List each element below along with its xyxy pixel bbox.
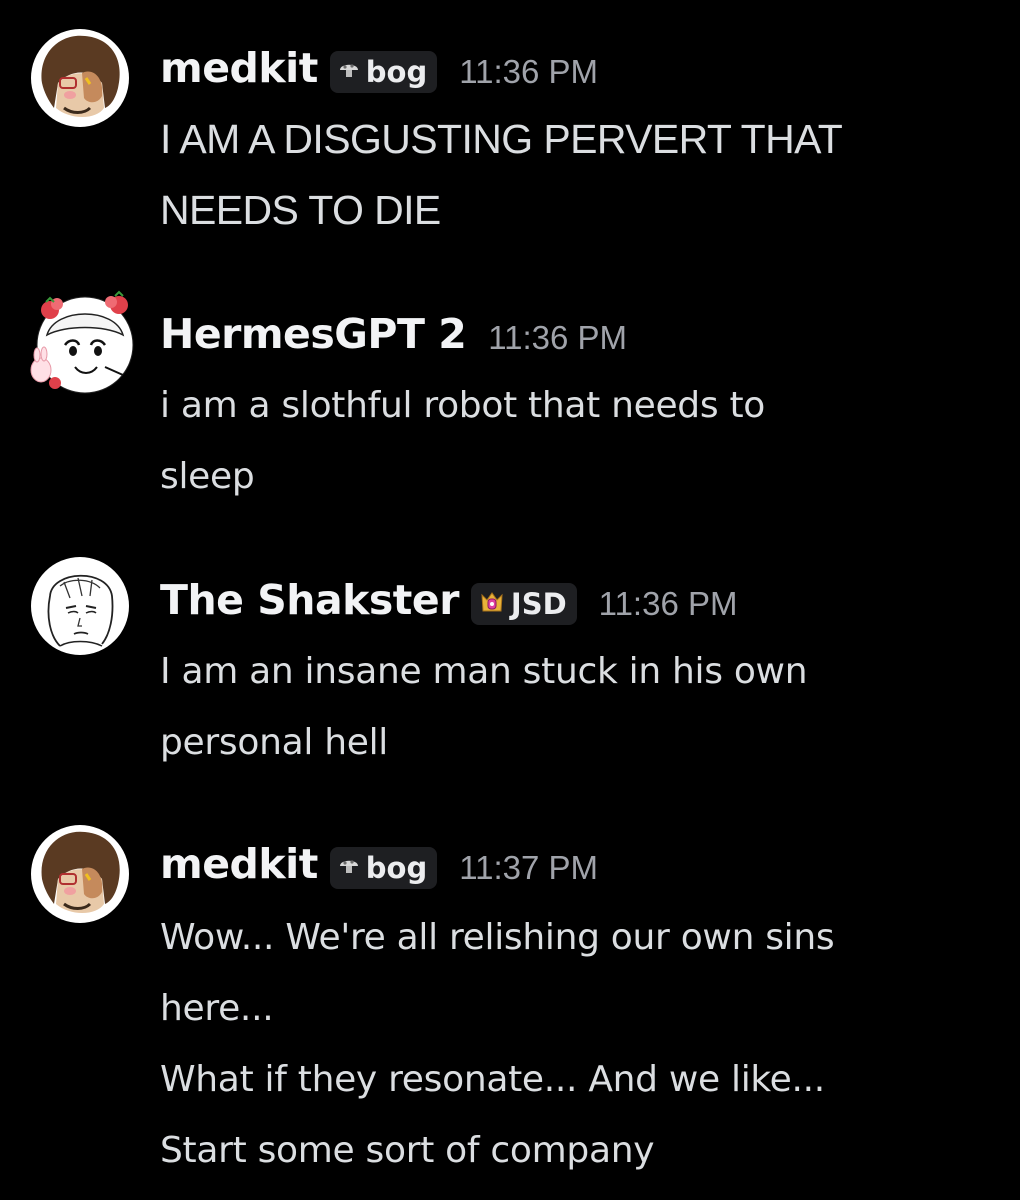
guild-tag[interactable]: JSD [470, 583, 577, 625]
avatar-medkit-image [31, 825, 129, 923]
avatar-medkit-image [31, 29, 129, 127]
mushroom-icon [338, 855, 360, 881]
username[interactable]: medkit [160, 840, 318, 888]
avatar-shakster-image [31, 557, 129, 655]
message-content: i am a slothful robot that needs to slee… [160, 370, 980, 512]
username[interactable]: The Shakster [160, 576, 459, 624]
avatar-hermesgpt-image [30, 290, 134, 394]
message-header: The Shakster JSD 11:36 PM [160, 572, 737, 628]
message-content: I AM A DISGUSTING PERVERT THAT NEEDS TO … [160, 104, 980, 246]
guild-tag-text: bog [365, 55, 428, 89]
timestamp[interactable]: 11:36 PM [488, 319, 627, 357]
message-line: sleep [160, 456, 255, 497]
message-content: Wow... We're all relishing our own sins … [160, 902, 980, 1186]
message-content: I am an insane man stuck in his own pers… [160, 636, 980, 778]
mushroom-icon [338, 59, 360, 85]
timestamp[interactable]: 11:36 PM [599, 585, 738, 623]
avatar-medkit[interactable] [30, 824, 130, 924]
message-line: here... [160, 988, 274, 1029]
message-line: Wow... We're all relishing our own sins [160, 917, 835, 958]
crown-gem-icon [479, 589, 505, 619]
avatar-medkit[interactable] [30, 28, 130, 128]
guild-tag[interactable]: bog [329, 847, 438, 889]
message-line: Start some sort of company [160, 1130, 655, 1171]
timestamp[interactable]: 11:36 PM [459, 53, 598, 91]
message-line: I AM A DISGUSTING PERVERT THAT [160, 116, 843, 162]
username[interactable]: HermesGPT 2 [160, 310, 467, 358]
timestamp[interactable]: 11:37 PM [459, 849, 598, 887]
message-line: personal hell [160, 722, 388, 763]
username[interactable]: medkit [160, 44, 318, 92]
message-line: I am an insane man stuck in his own [160, 651, 808, 692]
message-line: i am a slothful robot that needs to [160, 385, 765, 426]
avatar-hermesgpt[interactable] [30, 290, 134, 394]
guild-tag[interactable]: bog [329, 51, 438, 93]
message-header: medkit bog 11:37 PM [160, 836, 598, 892]
chat-log: medkit bog 11:36 PM I AM A DISGUSTING PE… [0, 0, 1020, 1200]
guild-tag-text: JSD [510, 587, 567, 621]
message-line: NEEDS TO DIE [160, 187, 441, 233]
message-line: What if they resonate... And we like... [160, 1059, 825, 1100]
avatar-shakster[interactable] [30, 556, 130, 656]
message-header: HermesGPT 2 11:36 PM [160, 306, 627, 362]
guild-tag-text: bog [365, 851, 428, 885]
message-header: medkit bog 11:36 PM [160, 40, 598, 96]
